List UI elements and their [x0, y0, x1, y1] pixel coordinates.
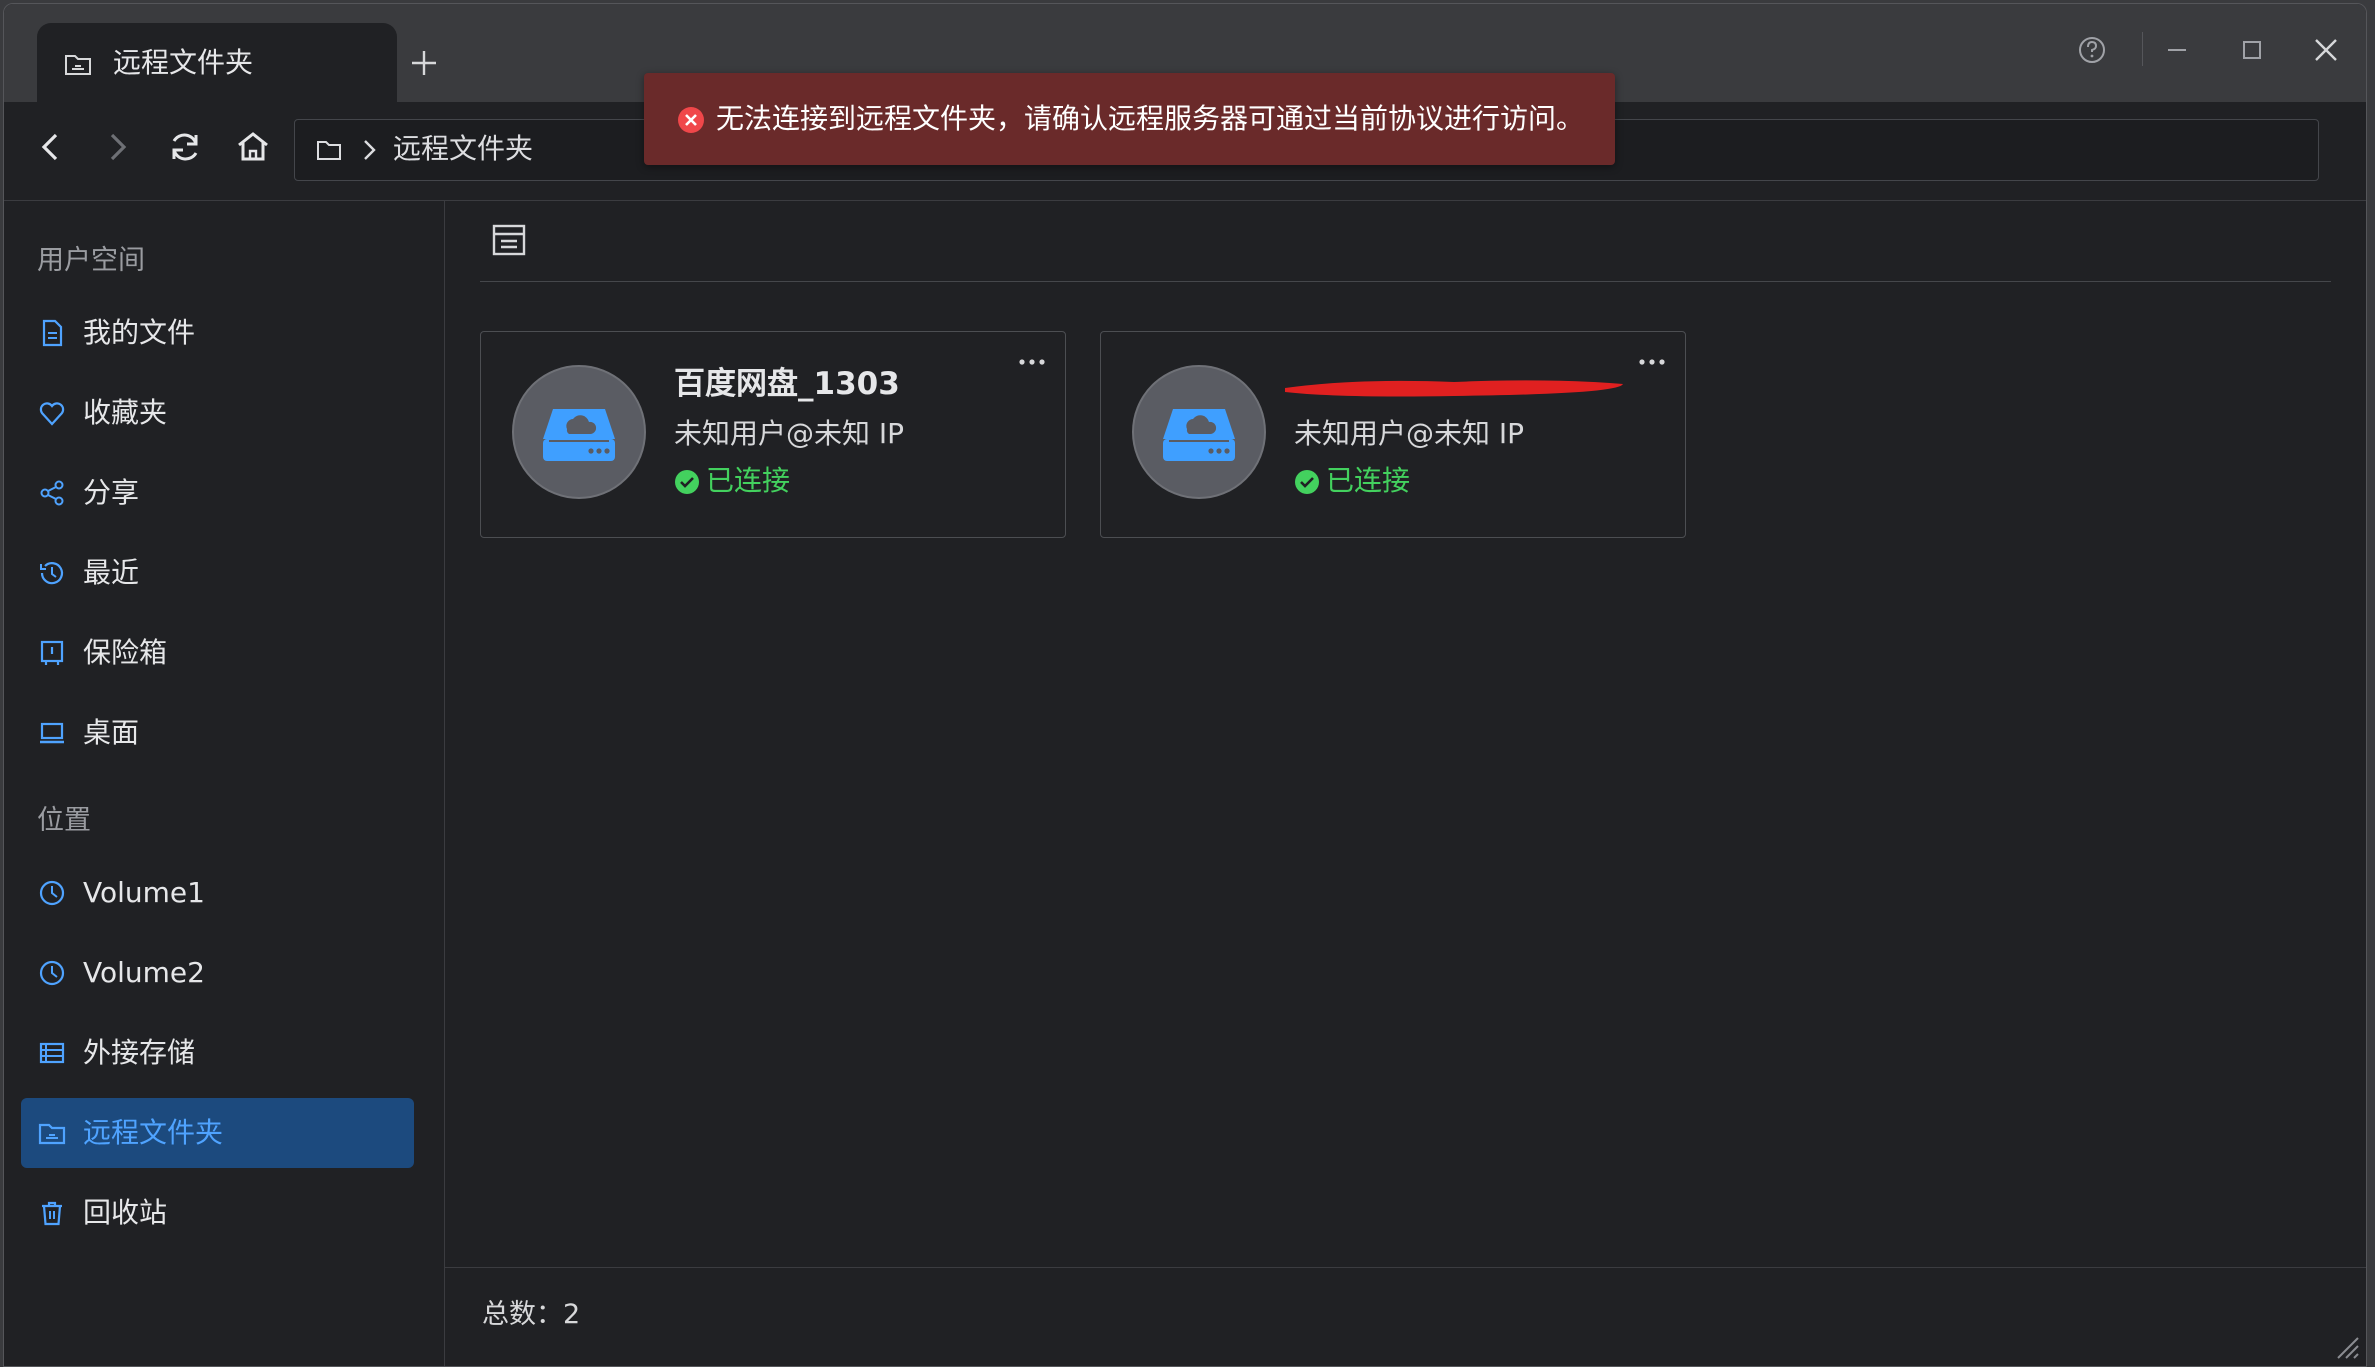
card-user: 未知用户@未知 IP — [674, 417, 905, 450]
safe-icon — [40, 640, 64, 665]
maximize-icon[interactable] — [2236, 34, 2268, 66]
chevron-right-icon — [364, 140, 376, 160]
more-options-icon[interactable] — [1637, 356, 1667, 368]
sidebar-item-label: 远程文件夹 — [83, 1116, 224, 1149]
sidebar-item-my-files[interactable]: 我的文件 — [21, 298, 414, 368]
resize-grip-icon[interactable] — [2332, 1332, 2360, 1360]
desktop-icon — [40, 722, 64, 744]
minimize-icon[interactable] — [2161, 34, 2193, 66]
card-user: 未知用户@未知 IP — [1294, 417, 1525, 450]
tab-remote-folder[interactable]: 远程文件夹 — [37, 23, 397, 103]
refresh-icon[interactable] — [165, 127, 205, 167]
sidebar-item-label: Volume2 — [83, 956, 205, 989]
sidebar-item-label: 分享 — [83, 476, 140, 509]
avatar — [1132, 365, 1266, 499]
sidebar-item-label: 外接存储 — [83, 1036, 196, 1069]
history-icon — [40, 562, 64, 585]
section-title-location: 位置 — [37, 805, 91, 836]
back-icon[interactable] — [31, 127, 71, 167]
cloud-drive-icon — [1163, 409, 1235, 461]
sidebar-item-favorites[interactable]: 收藏夹 — [21, 378, 414, 448]
status-bar-divider — [445, 1267, 2366, 1268]
section-title-user-space: 用户空间 — [37, 245, 145, 276]
view-mode-icon[interactable] — [490, 221, 528, 259]
card-status: 已连接 — [706, 464, 791, 497]
error-message: 无法连接到远程文件夹，请确认远程服务器可通过当前协议进行访问。 — [716, 102, 1585, 135]
sidebar-item-volume2[interactable]: Volume2 — [21, 938, 414, 1008]
heart-icon — [39, 402, 65, 426]
breadcrumb-current[interactable]: 远程文件夹 — [393, 131, 533, 167]
sidebar-item-label: Volume1 — [83, 876, 205, 909]
avatar — [512, 365, 646, 499]
forward-icon[interactable] — [97, 127, 137, 167]
volume-icon — [39, 960, 65, 986]
check-circle-icon — [675, 470, 699, 494]
check-circle-icon — [1295, 470, 1319, 494]
home-icon[interactable] — [233, 127, 273, 167]
card-status: 已连接 — [1326, 464, 1411, 497]
storage-icon — [39, 1042, 65, 1064]
sidebar-item-desktop[interactable]: 桌面 — [21, 698, 414, 768]
sidebar-item-label: 桌面 — [83, 716, 140, 749]
total-count: 总数：2 — [482, 1299, 581, 1330]
plus-icon[interactable] — [409, 48, 439, 78]
error-toast: 无法连接到远程文件夹，请确认远程服务器可通过当前协议进行访问。 — [644, 73, 1615, 165]
sidebar-item-volume1[interactable]: Volume1 — [21, 858, 414, 928]
main-content: 百度网盘_1303 未知用户@未知 IP 已连接 未知用户@未知 IP 已连接 … — [445, 201, 2366, 1366]
sidebar-item-label: 收藏夹 — [83, 396, 168, 429]
file-manager-window: 远程文件夹 远程文件夹 无法连接到远程文件夹，请确认远程服务器可通过当前协议进行… — [3, 3, 2367, 1367]
sidebar-item-label: 最近 — [83, 556, 140, 589]
sidebar-item-remote-folder[interactable]: 远程文件夹 — [21, 1098, 414, 1168]
sidebar-item-label: 回收站 — [83, 1196, 168, 1229]
remote-folder-card[interactable]: 百度网盘_1303 未知用户@未知 IP 已连接 — [480, 331, 1066, 538]
folder-icon — [317, 141, 341, 160]
redaction-mark — [1285, 380, 1623, 397]
volume-icon — [39, 880, 65, 906]
close-icon[interactable] — [2310, 34, 2342, 66]
share-icon — [40, 480, 64, 506]
document-icon — [42, 319, 63, 347]
card-name: 百度网盘_1303 — [674, 366, 900, 402]
sidebar-item-recent[interactable]: 最近 — [21, 538, 414, 608]
folder-network-icon — [65, 55, 91, 75]
sidebar-item-safe[interactable]: 保险箱 — [21, 618, 414, 688]
sidebar-item-label: 我的文件 — [83, 316, 196, 349]
remote-folder-card[interactable]: 未知用户@未知 IP 已连接 — [1100, 331, 1686, 538]
sidebar-item-share[interactable]: 分享 — [21, 458, 414, 528]
help-icon[interactable] — [2076, 34, 2108, 66]
trash-icon — [42, 1201, 62, 1226]
tab-label: 远程文件夹 — [113, 46, 254, 79]
sidebar-item-trash[interactable]: 回收站 — [21, 1178, 414, 1248]
cloud-drive-icon — [543, 409, 615, 461]
sidebar-item-external-storage[interactable]: 外接存储 — [21, 1018, 414, 1088]
more-options-icon[interactable] — [1017, 356, 1047, 368]
error-icon — [678, 107, 704, 133]
sidebar: 用户空间 我的文件 收藏夹 分享 最近 保险箱 桌面 位置 Volume1 Vo… — [4, 201, 445, 1366]
folder-network-icon — [38, 1123, 66, 1145]
toolbar-divider — [480, 281, 2331, 282]
sidebar-item-label: 保险箱 — [83, 636, 168, 669]
